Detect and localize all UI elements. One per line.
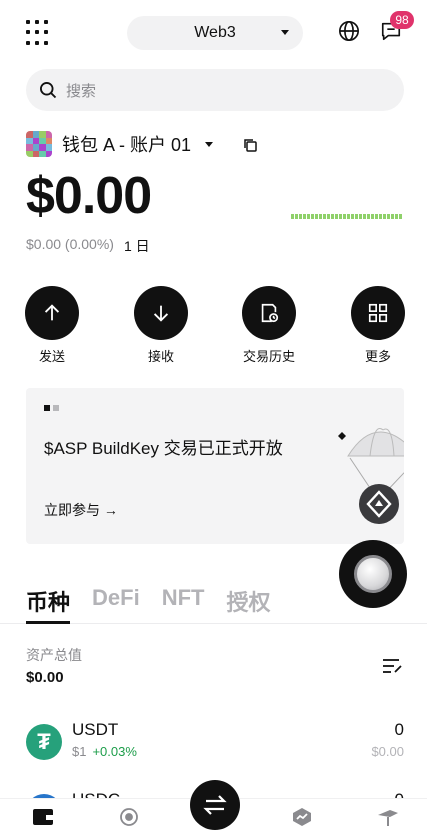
tab-tokens[interactable]: 币种	[26, 585, 70, 615]
banner-cta[interactable]: 立即参与 →	[44, 500, 118, 520]
history-label: 交易历史	[242, 349, 295, 364]
wallet-name: 钱包 A - 账户 01	[62, 135, 192, 155]
chevron-down-icon	[281, 30, 289, 35]
period-selector[interactable]: 1 日	[124, 236, 150, 256]
menu-grid-icon[interactable]	[26, 20, 52, 46]
network-selector[interactable]: Web3	[127, 16, 303, 50]
banner-pager	[44, 405, 59, 411]
wallet-selector[interactable]: 钱包 A - 账户 01	[26, 131, 214, 157]
tab-nft[interactable]: NFT	[162, 585, 205, 615]
floating-assistant-button[interactable]	[339, 540, 407, 608]
arrow-up-icon	[25, 286, 79, 340]
sort-filter-icon[interactable]	[382, 657, 402, 675]
swap-icon	[203, 795, 227, 815]
rocket-icon[interactable]	[376, 807, 400, 827]
asset-row-usdt[interactable]: ₮ USDT $1 +0.03% 0 $0.00	[26, 720, 404, 764]
search-placeholder: 搜索	[66, 82, 97, 100]
balance-change: $0.00 (0.00%)	[26, 236, 114, 252]
total-assets-value: $0.00	[26, 669, 64, 686]
balance-sparkline	[291, 214, 403, 219]
banner-title: $ASP BuildKey 交易已正式开放	[44, 439, 283, 458]
asset-value: $0.00	[371, 744, 404, 759]
search-icon	[40, 82, 57, 99]
assistant-orb-icon	[354, 555, 392, 593]
wallet-icon[interactable]	[32, 807, 54, 827]
total-balance: $0.00	[26, 167, 152, 225]
globe-icon[interactable]	[338, 20, 360, 42]
total-assets-label: 资产总值	[26, 647, 82, 663]
asset-price: $1	[72, 744, 87, 759]
more-button[interactable]: 更多	[338, 286, 418, 365]
receive-button[interactable]: 接收	[121, 286, 201, 365]
notification-badge: 98	[390, 11, 414, 29]
wallet-avatar	[26, 131, 52, 157]
asset-amount: 0	[394, 720, 404, 739]
top-bar: Web3 98	[0, 11, 427, 54]
active-tab-indicator	[26, 621, 70, 624]
history-button[interactable]: 交易历史	[229, 286, 309, 365]
more-label: 更多	[364, 349, 391, 364]
network-label: Web3	[194, 24, 236, 41]
asset-price-change: +0.03%	[92, 744, 137, 759]
more-grid-icon	[351, 286, 405, 340]
send-button[interactable]: 发送	[12, 286, 92, 365]
copy-icon[interactable]	[243, 138, 257, 152]
history-icon	[242, 286, 296, 340]
asset-tabs: 币种 DeFi NFT 授权	[26, 585, 292, 615]
arrow-down-icon	[134, 286, 188, 340]
earn-icon[interactable]	[291, 807, 313, 827]
usdt-logo-icon: ₮	[26, 724, 62, 760]
pager-dot	[53, 405, 59, 411]
pager-dot-active	[44, 405, 50, 411]
discover-icon[interactable]	[118, 807, 140, 827]
tab-approvals[interactable]: 授权	[226, 585, 270, 615]
asset-symbol: USDT	[72, 720, 119, 739]
balance-change-row: $0.00 (0.00%) 1 日	[26, 236, 150, 256]
tab-defi[interactable]: DeFi	[92, 585, 140, 615]
asset-price-row: $1 +0.03%	[72, 744, 137, 759]
swap-button[interactable]	[190, 780, 240, 830]
chevron-down-icon	[205, 141, 214, 147]
parachute-illustration	[338, 428, 404, 524]
send-label: 发送	[38, 349, 65, 364]
action-bar: 发送 接收 交易历史 更多	[0, 286, 427, 366]
promo-banner[interactable]: $ASP BuildKey 交易已正式开放 立即参与 →	[26, 388, 404, 544]
search-bar[interactable]: 搜索	[26, 69, 404, 111]
receive-label: 接收	[147, 349, 174, 364]
